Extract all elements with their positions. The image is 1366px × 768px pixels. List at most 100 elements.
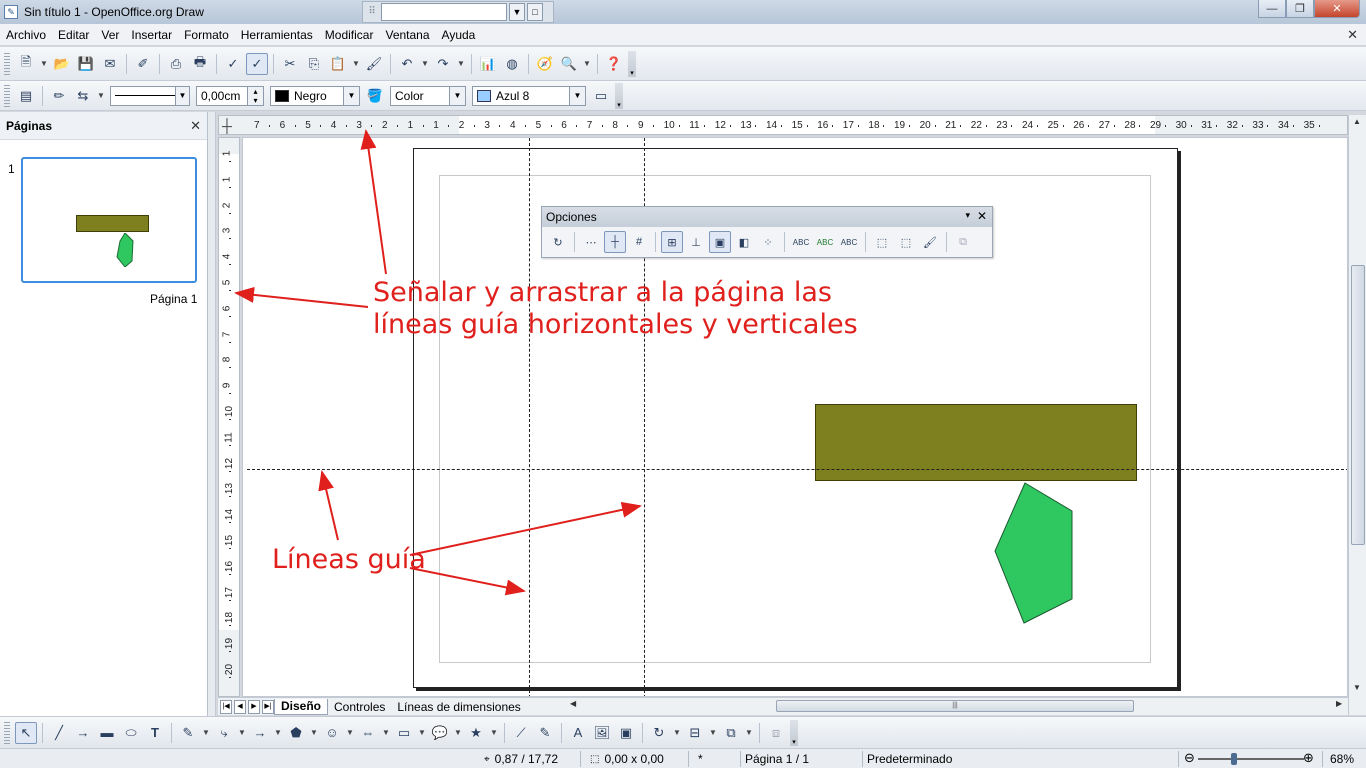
exit-all-groups-icon[interactable]: 🖌 bbox=[919, 231, 941, 253]
undo-dropdown-icon[interactable]: ▼ bbox=[420, 53, 430, 75]
close-window-button[interactable]: ✕ bbox=[1314, 0, 1360, 18]
table-icon[interactable]: ◍ bbox=[501, 53, 523, 75]
stars-dropdown-icon[interactable]: ▼ bbox=[489, 722, 499, 744]
clone-format-icon[interactable]: 🖌 bbox=[363, 53, 385, 75]
scroll-down-icon[interactable]: ▼ bbox=[1353, 683, 1361, 692]
points-icon[interactable]: ⟋ bbox=[510, 722, 532, 744]
zoom-percentage[interactable]: 68% bbox=[1330, 752, 1354, 766]
new-dropdown-icon[interactable]: ▼ bbox=[39, 53, 49, 75]
from-file-icon[interactable]: 🖼 bbox=[591, 722, 613, 744]
toolbar-grip[interactable] bbox=[4, 721, 10, 744]
find-input[interactable] bbox=[381, 3, 507, 21]
alignment-dropdown-icon[interactable]: ▼ bbox=[708, 722, 718, 744]
zoom-dropdown-icon[interactable]: ▼ bbox=[582, 53, 592, 75]
arrow-line-tool-icon[interactable]: → bbox=[72, 722, 94, 744]
copy-icon[interactable]: ⎘ bbox=[303, 53, 325, 75]
line-style-select[interactable]: ▼ bbox=[110, 85, 190, 106]
zoom-slider-track[interactable] bbox=[1198, 758, 1304, 760]
paste-icon[interactable]: 📋 bbox=[327, 53, 349, 75]
undo-icon[interactable]: ↶ bbox=[396, 53, 418, 75]
line-color-select[interactable]: Negro ▼ bbox=[270, 85, 360, 106]
rotate-dropdown-icon[interactable]: ▼ bbox=[672, 722, 682, 744]
zoom-slider-knob[interactable] bbox=[1231, 753, 1237, 765]
select-pointer-icon[interactable]: ↖ bbox=[15, 721, 37, 744]
snap-to-object-border-icon[interactable]: ◧ bbox=[733, 231, 755, 253]
lines-arrows-dropdown-icon[interactable]: ▼ bbox=[273, 722, 283, 744]
style-indicator[interactable]: Predeterminado bbox=[867, 752, 952, 766]
alignment-icon[interactable]: ⊟ bbox=[684, 722, 706, 744]
shadow-icon[interactable]: ▭ bbox=[590, 85, 612, 107]
snap-to-object-points-icon[interactable]: ⁘ bbox=[757, 231, 779, 253]
new-document-icon[interactable]: 🗎 bbox=[15, 53, 37, 75]
rotate-icon[interactable]: ↻ bbox=[648, 722, 670, 744]
toolbar-menu-icon[interactable]: ▾ bbox=[965, 210, 970, 221]
styles-icon[interactable]: ▤ bbox=[15, 85, 37, 107]
scroll-right-icon[interactable]: ▶ bbox=[1336, 699, 1342, 708]
text-fit-icon[interactable]: ABC bbox=[814, 231, 836, 253]
handles-large-icon[interactable]: ⬚ bbox=[895, 231, 917, 253]
menu-archivo[interactable]: Archivo bbox=[0, 28, 52, 42]
rectangle-tool-icon[interactable]: ▬ bbox=[96, 722, 118, 744]
autospellcheck-icon[interactable]: ✓ bbox=[246, 52, 268, 75]
save-icon[interactable]: 💾 bbox=[75, 53, 97, 75]
find-maximize-button[interactable]: □ bbox=[527, 3, 543, 21]
redo-icon[interactable]: ↷ bbox=[432, 53, 454, 75]
close-document-icon[interactable]: ✕ bbox=[1347, 27, 1358, 43]
handles-simple-icon[interactable]: ⬚ bbox=[871, 231, 893, 253]
page-thumbnail[interactable] bbox=[21, 157, 197, 283]
snap-to-grid-icon[interactable]: ⊞ bbox=[661, 231, 683, 253]
arrange-icon[interactable]: ⧉ bbox=[720, 722, 742, 744]
callouts-dropdown-icon[interactable]: ▼ bbox=[453, 722, 463, 744]
spellcheck-icon[interactable]: ✓ bbox=[222, 53, 244, 75]
horizontal-ruler[interactable]: ┼ 7 6 5 4 3 2 1 1 2 3 4 5 6 7 8 9 10 11 12 13 14 15 16 17 18 19 20… bbox=[218, 115, 1348, 135]
green-polygon-shape[interactable] bbox=[994, 481, 1074, 626]
zoom-icon[interactable]: 🔍 bbox=[558, 53, 580, 75]
toolbar-overflow-icon[interactable]: ▾ bbox=[790, 719, 798, 746]
minimize-button[interactable]: — bbox=[1258, 0, 1286, 18]
vertical-scroll-thumb[interactable] bbox=[1351, 265, 1365, 545]
edit-file-icon[interactable]: ✐ bbox=[132, 53, 154, 75]
menu-insertar[interactable]: Insertar bbox=[125, 28, 178, 42]
find-dropdown-button[interactable]: ▼ bbox=[509, 3, 525, 21]
show-grid-icon[interactable]: ⋯ bbox=[580, 231, 602, 253]
horizontal-guide-line[interactable] bbox=[247, 469, 1347, 470]
tab-controles[interactable]: Controles bbox=[328, 699, 391, 715]
text-edit-icon[interactable]: ABC bbox=[790, 231, 812, 253]
snap-lines-icon[interactable]: # bbox=[628, 231, 650, 253]
text-tool-icon[interactable]: T bbox=[144, 722, 166, 744]
close-panel-icon[interactable]: ✕ bbox=[190, 118, 201, 134]
menu-herramientas[interactable]: Herramientas bbox=[235, 28, 319, 42]
connector-tool-icon[interactable]: ⤷ bbox=[213, 722, 235, 744]
email-icon[interactable]: ✉ bbox=[99, 53, 121, 75]
horizontal-scrollbar[interactable]: ◀ ||| ▶ bbox=[568, 699, 1348, 713]
line-width-stepper[interactable]: 0,00cm ▴ ▾ bbox=[196, 85, 264, 106]
flowchart-icon[interactable]: ▭ bbox=[393, 722, 415, 744]
chevron-down-icon[interactable]: ▼ bbox=[175, 86, 189, 105]
guides-when-moving-icon[interactable]: ┼ bbox=[604, 231, 626, 253]
snap-to-guides-icon[interactable]: ⊥ bbox=[685, 231, 707, 253]
cut-icon[interactable]: ✂ bbox=[279, 53, 301, 75]
ellipse-tool-icon[interactable]: ⬭ bbox=[120, 722, 142, 744]
stepper-arrows-icon[interactable]: ▴ ▾ bbox=[247, 86, 263, 105]
toolbar-overflow-icon[interactable]: ▾ bbox=[628, 50, 636, 77]
navigator-icon[interactable]: 🧭 bbox=[534, 53, 556, 75]
toolbar-grip-icon[interactable]: ⠿ bbox=[365, 4, 379, 20]
snap-to-page-margins-icon[interactable]: ▣ bbox=[709, 231, 731, 253]
zoom-in-icon[interactable]: ⊕ bbox=[1303, 750, 1314, 766]
vertical-ruler[interactable]: 1 1 2 3 4 5 6 7 8 9 10 11 12 13 14 15 16 17 18 19 20 bbox=[218, 137, 240, 697]
vertical-guide-line-1[interactable] bbox=[529, 138, 530, 696]
chevron-down-icon[interactable]: ▼ bbox=[569, 86, 585, 105]
scroll-left-icon[interactable]: ◀ bbox=[570, 699, 576, 708]
options-toolbar-header[interactable]: Opciones ▾ ✕ bbox=[542, 207, 992, 227]
close-toolbar-icon[interactable]: ✕ bbox=[977, 209, 987, 223]
gallery-icon[interactable]: ▣ bbox=[615, 722, 637, 744]
open-folder-icon[interactable]: 📂 bbox=[51, 53, 73, 75]
line-icon[interactable]: ✏ bbox=[48, 85, 70, 107]
toolbar-overflow-icon[interactable]: ▾ bbox=[615, 82, 623, 109]
symbol-shapes-dropdown-icon[interactable]: ▼ bbox=[345, 722, 355, 744]
redo-dropdown-icon[interactable]: ▼ bbox=[456, 53, 466, 75]
arrow-style-icon[interactable]: ⇆ bbox=[72, 85, 94, 107]
area-color-select[interactable]: Azul 8 ▼ bbox=[472, 85, 586, 106]
tab-lineas-de-dimensiones[interactable]: Líneas de dimensiones bbox=[391, 699, 526, 715]
area-fill-icon[interactable]: 🪣 bbox=[364, 85, 386, 107]
